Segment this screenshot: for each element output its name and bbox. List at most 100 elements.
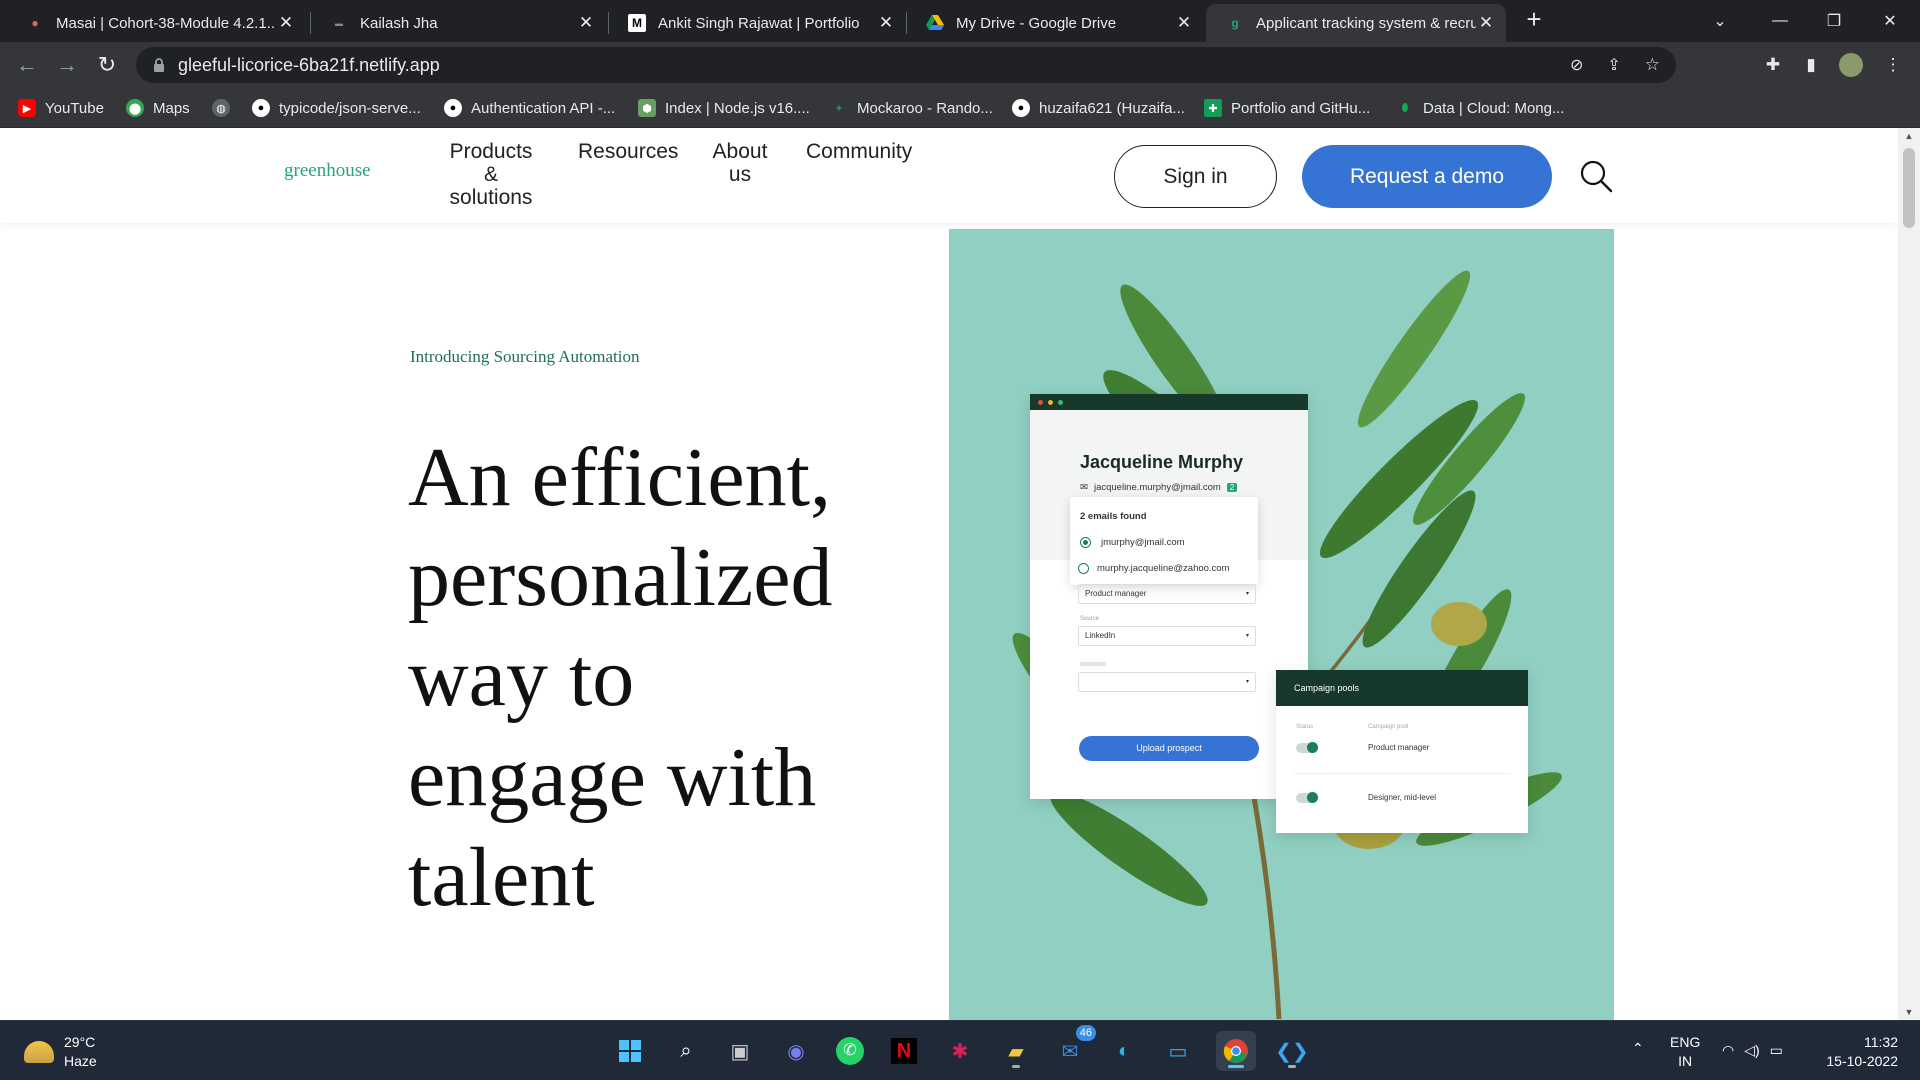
email-option: jmurphy@jmail.com — [1101, 537, 1185, 548]
clock[interactable]: 11:32 15-10-2022 — [1818, 1033, 1898, 1071]
radio-selected[interactable] — [1080, 537, 1091, 548]
task-view-icon[interactable]: ▣ — [720, 1031, 760, 1071]
upload-prospect-button[interactable]: Upload prospect — [1079, 736, 1259, 761]
sidepanel-icon[interactable]: ▮ — [1798, 52, 1824, 78]
bookmark-mongodb[interactable]: ⬮ Data | Cloud: Mong... — [1396, 97, 1565, 119]
job-select[interactable]: Product manager ▾ — [1078, 584, 1256, 604]
tab-greenhouse[interactable]: g Applicant tracking system & recru ✕ — [1206, 4, 1506, 42]
address-bar[interactable]: gleeful-licorice-6ba21f.netlify.app ⊘ ⇪ … — [136, 47, 1676, 83]
chevron-up-icon[interactable]: ⌃ — [1632, 1039, 1644, 1058]
wifi-icon[interactable]: ◠ — [1722, 1041, 1734, 1060]
search-icon[interactable] — [1578, 158, 1614, 194]
radio-unselected[interactable] — [1078, 563, 1089, 574]
extra-select[interactable]: ▾ — [1078, 672, 1256, 692]
tab-title: Ankit Singh Rajawat | Portfolio — [658, 14, 860, 32]
close-icon[interactable]: ✕ — [276, 13, 296, 33]
extensions-icon[interactable]: ✚ — [1760, 52, 1786, 78]
scroll-down-icon[interactable]: ▼ — [1898, 1004, 1920, 1020]
close-window-icon[interactable]: ✕ — [1862, 0, 1918, 42]
share-icon[interactable]: ⇪ — [1607, 55, 1620, 75]
scroll-up-icon[interactable]: ▲ — [1898, 128, 1920, 144]
file-explorer-icon[interactable]: ▰ — [996, 1031, 1036, 1071]
nav-products-solutions[interactable]: Products & solutions — [448, 140, 534, 209]
status-toggle[interactable] — [1296, 792, 1318, 803]
tab-ankit[interactable]: M Ankit Singh Rajawat | Portfolio ✕ — [608, 4, 906, 42]
site-header: greenhouse Products & solutions Resource… — [0, 128, 1898, 223]
bookmark-auth-api[interactable]: ● Authentication API -... — [444, 97, 615, 119]
tab-masai[interactable]: ● Masai | Cohort-38-Module 4.2.1... ✕ — [6, 4, 306, 42]
mail-badge: 46 — [1075, 1025, 1096, 1041]
page-scrollbar[interactable]: ▲ ▼ — [1898, 128, 1920, 1020]
scroll-thumb[interactable] — [1903, 148, 1915, 228]
status-toggle[interactable] — [1296, 742, 1318, 753]
reload-icon[interactable]: ↻ — [92, 50, 122, 80]
greenhouse-logo[interactable]: greenhouse — [284, 160, 371, 182]
star-icon[interactable]: ☆ — [1645, 55, 1660, 75]
bookmark-mockaroo[interactable]: ✦ Mockaroo - Rando... — [830, 97, 993, 119]
sign-in-button[interactable]: Sign in — [1114, 145, 1277, 208]
menu-icon[interactable]: ⋮ — [1880, 52, 1906, 78]
bookmark-label: Authentication API -... — [471, 99, 616, 117]
start-icon[interactable] — [610, 1031, 650, 1071]
close-icon[interactable]: ✕ — [1174, 13, 1194, 33]
source-select[interactable]: LinkedIn ▾ — [1078, 626, 1256, 646]
slack-icon[interactable]: ✱ — [940, 1031, 980, 1071]
language-indicator[interactable]: ENG IN — [1670, 1033, 1700, 1071]
temperature: 29°C — [64, 1034, 96, 1050]
forward-icon[interactable]: → — [52, 50, 82, 80]
avatar[interactable] — [1838, 52, 1864, 78]
bookmark-label: typicode/json-serve... — [279, 99, 421, 117]
whatsapp-icon[interactable]: ✆ — [830, 1031, 870, 1071]
email-count-badge: 2 — [1226, 483, 1238, 492]
request-demo-button[interactable]: Request a demo — [1302, 145, 1552, 208]
campaign-pools-card: Campaign pools Status Campaign pool Prod… — [1276, 670, 1528, 833]
eye-off-icon[interactable]: ⊘ — [1570, 55, 1583, 75]
volume-icon[interactable]: ◁) — [1744, 1041, 1759, 1060]
edge-icon[interactable]: ◐ — [1104, 1031, 1144, 1071]
bookmark-label: Maps — [153, 99, 190, 117]
source-label: Source — [1080, 616, 1100, 622]
weather-widget[interactable]: 29°C Haze — [24, 1033, 97, 1071]
bookmark-huzaifa[interactable]: ● huzaifa621 (Huzaifa... — [1012, 97, 1185, 119]
bookmark-maps[interactable]: ⬤ Maps — [126, 97, 190, 119]
tab-title: Kailash Jha — [360, 14, 438, 32]
remote-desktop-icon[interactable]: ▭ — [1158, 1031, 1198, 1071]
pool-name: Designer, mid-level — [1368, 793, 1437, 802]
mail-icon[interactable]: ✉ 46 — [1050, 1025, 1096, 1071]
tab-search-icon[interactable]: ⌄ — [1692, 0, 1748, 42]
web-page: greenhouse Products & solutions Resource… — [0, 128, 1920, 1020]
github-icon: ● — [444, 99, 462, 117]
greenhouse-icon: g — [1231, 16, 1239, 30]
tab-kailash[interactable]: ▬ Kailash Jha ✕ — [310, 4, 606, 42]
tab-title: Masai | Cohort-38-Module 4.2.1... — [56, 14, 276, 32]
nav-about-us[interactable]: About us — [712, 140, 768, 186]
bookmark-youtube[interactable]: ▶ YouTube — [18, 97, 104, 119]
battery-icon[interactable]: ▭ — [1770, 1041, 1783, 1060]
netflix-icon[interactable]: N — [884, 1031, 924, 1071]
teams-chat-icon[interactable]: ◉ — [776, 1031, 816, 1071]
close-icon[interactable]: ✕ — [1476, 13, 1496, 33]
bookmark-globe[interactable]: ◍ — [212, 97, 239, 119]
nav-resources[interactable]: Resources — [578, 140, 678, 163]
close-icon[interactable]: ✕ — [876, 13, 896, 33]
pool-header: Campaign pool — [1368, 724, 1409, 730]
restore-icon[interactable]: ❐ — [1806, 0, 1862, 42]
nav-community[interactable]: Community — [806, 140, 912, 163]
tab-google-drive[interactable]: My Drive - Google Drive ✕ — [906, 4, 1204, 42]
chrome-icon[interactable] — [1216, 1031, 1256, 1071]
hero-headline: An efficient, personalized way to engage… — [408, 431, 833, 924]
bookmark-nodejs[interactable]: ⬢ Index | Node.js v16.... — [638, 97, 810, 119]
mongodb-icon: ⬮ — [1401, 101, 1409, 114]
vscode-icon[interactable]: ❮❯ — [1272, 1031, 1312, 1071]
github-icon: ● — [1012, 99, 1030, 117]
close-icon[interactable]: ✕ — [576, 13, 596, 33]
candidate-email: jacqueline.murphy@jmail.com — [1093, 482, 1221, 493]
hero-eyebrow[interactable]: Introducing Sourcing Automation — [410, 347, 639, 367]
search-taskbar-icon[interactable]: ⌕ — [666, 1031, 706, 1071]
bookmark-portfolio[interactable]: ✚ Portfolio and GitHu... — [1204, 97, 1370, 119]
new-tab-button[interactable]: + — [1520, 6, 1548, 34]
back-icon[interactable]: ← — [12, 50, 42, 80]
browser-tabstrip: ● Masai | Cohort-38-Module 4.2.1... ✕ ▬ … — [0, 0, 1920, 42]
bookmark-json-server[interactable]: ● typicode/json-serve... — [252, 97, 421, 119]
minimize-icon[interactable]: — — [1752, 0, 1808, 42]
